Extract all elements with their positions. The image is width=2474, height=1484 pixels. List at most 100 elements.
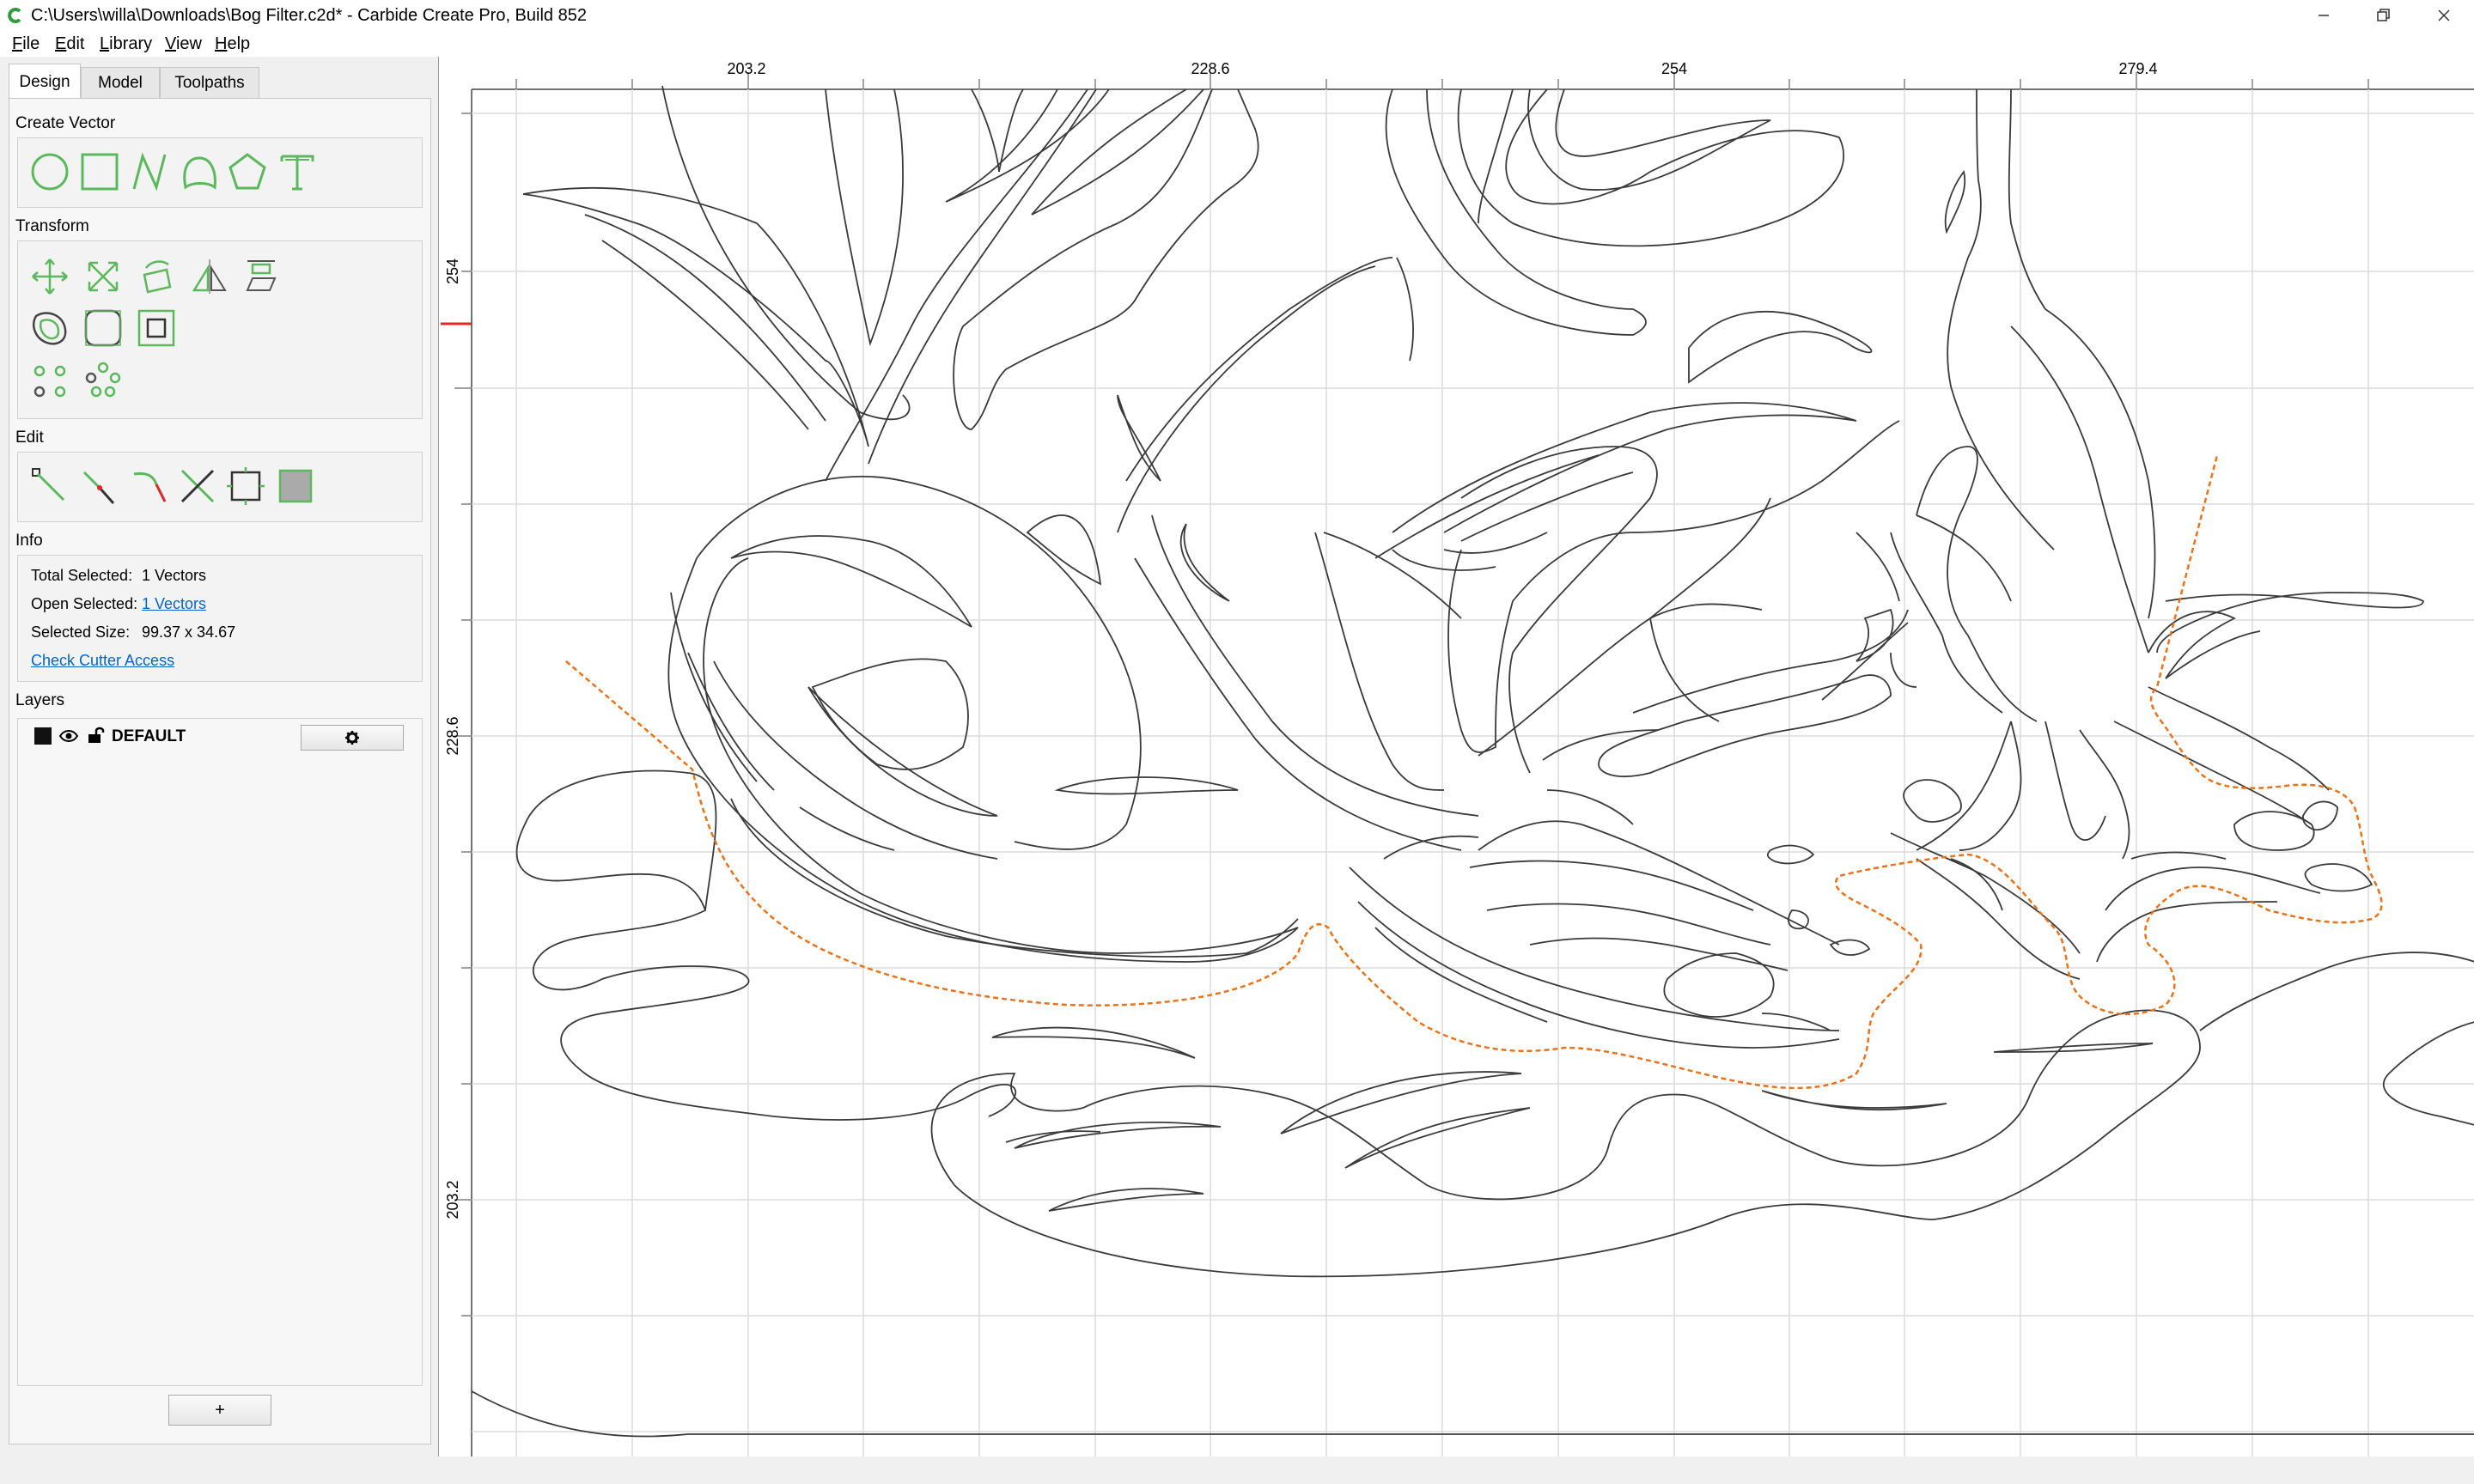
node-edit-button[interactable] bbox=[27, 464, 72, 508]
scale-icon bbox=[88, 261, 119, 292]
menu-edit-accel: E bbox=[55, 34, 67, 53]
menu-file-label: ile bbox=[22, 34, 40, 53]
create-polygon-button[interactable] bbox=[225, 149, 270, 194]
create-text-button[interactable] bbox=[275, 149, 320, 194]
boolean-icon bbox=[137, 309, 175, 347]
canvas-grid bbox=[472, 89, 2474, 1457]
transform-heading: Transform bbox=[15, 217, 89, 235]
app-logo-icon bbox=[8, 8, 21, 23]
layer-settings-button[interactable] bbox=[301, 725, 404, 751]
create-curve-button[interactable] bbox=[177, 149, 222, 194]
minimize-icon bbox=[2319, 15, 2329, 16]
menu-help-accel: H bbox=[215, 34, 228, 53]
text-icon bbox=[280, 155, 314, 191]
fillet-icon bbox=[84, 309, 122, 347]
minimize-button[interactable] bbox=[2294, 0, 2354, 31]
join-vectors-button[interactable] bbox=[127, 464, 172, 508]
layer-color-swatch[interactable] bbox=[34, 727, 52, 745]
trim-icon bbox=[180, 469, 215, 503]
menu-bar bbox=[0, 31, 2474, 57]
unlock-icon[interactable] bbox=[86, 726, 105, 745]
close-vector-button[interactable] bbox=[223, 464, 268, 508]
canvas-drawing[interactable]: 203.2 228.6 254 279.4 254 228.6 203.2 bbox=[439, 57, 2474, 1457]
edit-heading: Edit bbox=[15, 429, 44, 447]
menu-edit[interactable]: Edit bbox=[55, 32, 84, 56]
polygon-icon bbox=[229, 153, 266, 190]
create-vector-heading: Create Vector bbox=[15, 114, 116, 132]
restore-button[interactable] bbox=[2354, 0, 2414, 31]
menu-library[interactable]: Library bbox=[100, 32, 152, 56]
selected-size-value: 99.37 x 34.67 bbox=[142, 623, 236, 641]
node-edit-icon bbox=[32, 468, 65, 502]
ruler-top-tick-3: 254 bbox=[1661, 60, 1687, 77]
offset-icon bbox=[33, 312, 67, 345]
move-button[interactable] bbox=[27, 254, 72, 299]
open-selected-label: Open Selected: bbox=[31, 595, 138, 612]
circular-array-icon bbox=[85, 362, 121, 398]
menu-view-label: iew bbox=[175, 34, 202, 53]
rectangle-icon bbox=[81, 153, 119, 191]
design-vectors[interactable] bbox=[471, 85, 2474, 1438]
total-selected-label: Total Selected: bbox=[31, 567, 133, 584]
selected-size-label: Selected Size: bbox=[31, 623, 131, 641]
tab-design[interactable]: Design bbox=[9, 64, 81, 100]
close-vector-icon bbox=[227, 467, 265, 505]
close-icon bbox=[2438, 9, 2450, 21]
menu-file[interactable]: File bbox=[12, 32, 40, 56]
layers-heading: Layers bbox=[15, 691, 65, 709]
title-bar: C:\Users\willa\Downloads\Bog Filter.c2d*… bbox=[0, 0, 2474, 31]
menu-help-label: elp bbox=[227, 34, 251, 53]
ruler-top-tick-4: 279.4 bbox=[2118, 60, 2157, 77]
check-cutter-access-link[interactable]: Check Cutter Access bbox=[31, 650, 174, 671]
ruler-top-tick-1: 203.2 bbox=[727, 60, 765, 77]
menu-help[interactable]: Help bbox=[215, 32, 250, 56]
info-heading: Info bbox=[15, 532, 43, 550]
tab-toolpaths[interactable]: Toolpaths bbox=[160, 67, 259, 99]
create-polyline-button[interactable] bbox=[127, 149, 172, 194]
move-arrows-icon bbox=[32, 258, 68, 295]
grid-array-icon bbox=[34, 365, 66, 398]
trim-button[interactable] bbox=[175, 464, 220, 508]
curve-icon bbox=[183, 156, 216, 190]
menu-library-accel: L bbox=[100, 34, 110, 53]
create-rectangle-button[interactable] bbox=[77, 149, 122, 194]
offset-button[interactable] bbox=[27, 306, 72, 350]
fill-vector-button[interactable] bbox=[273, 464, 318, 508]
window-title: C:\Users\willa\Downloads\Bog Filter.c2d*… bbox=[31, 6, 587, 25]
ruler-left-tick-1: 254 bbox=[444, 258, 461, 284]
layers-list bbox=[17, 718, 423, 1386]
tab-model[interactable]: Model bbox=[81, 67, 160, 99]
eye-icon[interactable] bbox=[58, 728, 79, 744]
polyline-icon bbox=[132, 152, 167, 192]
array-grid-button[interactable] bbox=[27, 359, 72, 404]
create-circle-button[interactable] bbox=[27, 149, 72, 194]
mirror-button[interactable] bbox=[187, 254, 232, 299]
align-button[interactable] bbox=[239, 254, 283, 299]
mirror-icon bbox=[192, 259, 227, 294]
close-window-button[interactable] bbox=[2414, 0, 2474, 31]
circle-icon bbox=[31, 153, 69, 191]
gear-icon bbox=[345, 731, 359, 745]
rotate-icon bbox=[143, 260, 172, 294]
design-canvas[interactable]: 203.2 228.6 254 279.4 254 228.6 203.2 bbox=[438, 57, 2474, 1457]
menu-file-accel: F bbox=[12, 34, 23, 53]
ruler-left-tick-3: 203.2 bbox=[444, 1180, 461, 1219]
ruler-top-tick-2: 228.6 bbox=[1191, 60, 1229, 77]
split-line-icon bbox=[82, 471, 115, 504]
join-icon bbox=[133, 471, 167, 502]
boolean-button[interactable] bbox=[134, 306, 179, 350]
ruler-ticks bbox=[454, 72, 2369, 1317]
split-line-button[interactable] bbox=[77, 464, 122, 508]
fillet-button[interactable] bbox=[81, 306, 125, 350]
layer-name[interactable]: DEFAULT bbox=[112, 727, 186, 747]
align-icon bbox=[246, 260, 277, 291]
menu-view[interactable]: View bbox=[165, 32, 202, 56]
array-circular-button[interactable] bbox=[81, 359, 125, 404]
open-selected-link[interactable]: 1 Vectors bbox=[142, 593, 206, 614]
scale-button[interactable] bbox=[81, 254, 125, 299]
rotate-button[interactable] bbox=[134, 254, 179, 299]
add-layer-button[interactable]: + bbox=[168, 1395, 271, 1426]
ruler-left-tick-2: 228.6 bbox=[444, 716, 461, 755]
restore-icon bbox=[2377, 9, 2390, 21]
total-selected-value: 1 Vectors bbox=[142, 567, 207, 584]
